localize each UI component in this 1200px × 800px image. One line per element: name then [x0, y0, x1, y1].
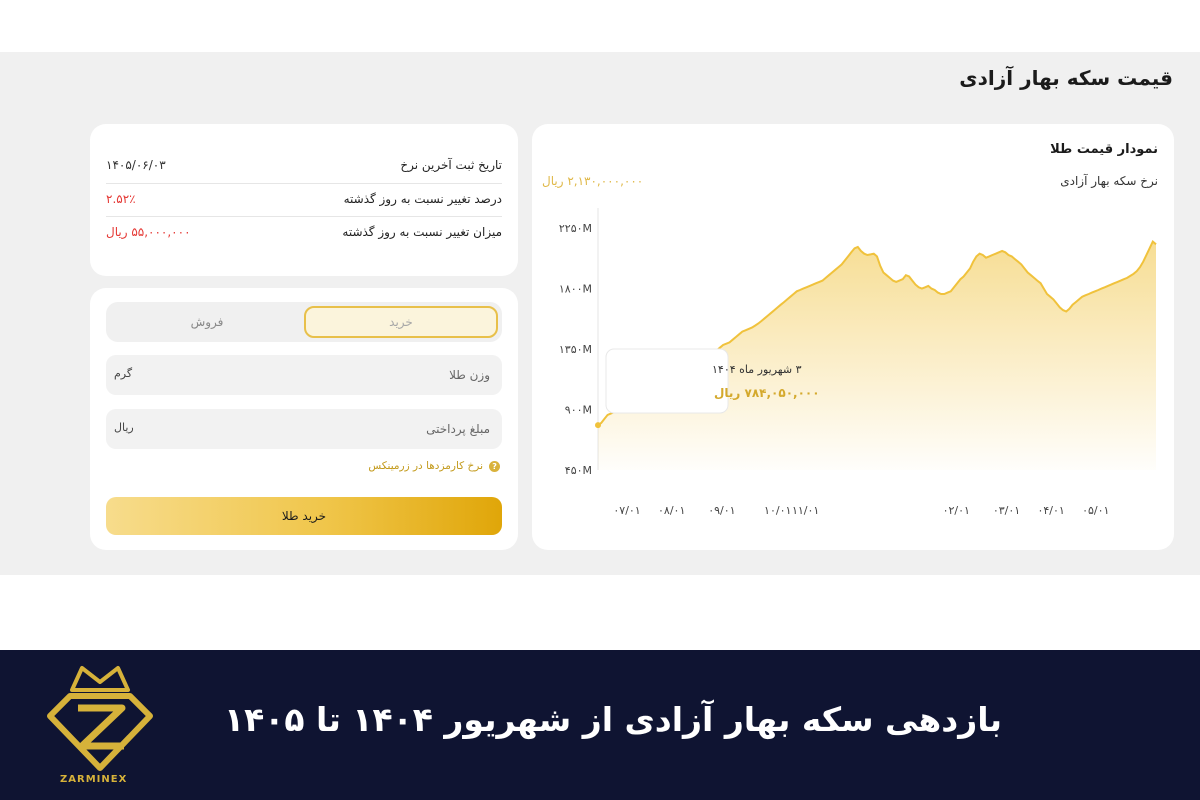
x-tick-label: ۰۲/۰۱ [943, 504, 970, 517]
y-tick-label: ۲۲۵۰M [559, 222, 592, 235]
y-tick-label: ۱۳۵۰M [559, 343, 592, 356]
tooltip-point [595, 422, 601, 429]
chart-card: نمودار قیمت طلا نرخ سکه بهار آزادی ۲,۱۳۰… [532, 124, 1174, 550]
brand-name: ZARMINEX [60, 774, 128, 785]
zarminex-logo-icon [47, 666, 153, 771]
tooltip-box [605, 348, 729, 414]
percent-change-label: درصد تغییر نسبت به روز گذشته [343, 191, 502, 206]
weight-unit: گرم [114, 367, 133, 380]
fee-note-link[interactable]: ? نرخ کارمزدها در زرمینکس [368, 460, 500, 472]
weight-field-box: گرم [106, 355, 502, 395]
x-tick-label: ۰۷/۰۱ [613, 504, 640, 517]
x-tick-label: ۰۵/۰۱ [1082, 504, 1109, 517]
price-chart[interactable]: ۲۲۵۰M ۱۸۰۰M ۱۳۵۰M ۹۰۰M ۴۵۰M ۰۷/۰۱ ۰۸/۰۱ ۰۹/۰۱ ۱… [532, 124, 1174, 550]
percent-change-row: درصد تغییر نسبت به روز گذشته ۲.۵۲٪ [106, 182, 502, 215]
percent-change-value: ۲.۵۲٪ [106, 191, 136, 206]
amount-change-value: ۵۵,۰۰۰,۰۰۰ ریال [106, 224, 191, 239]
x-tick-label: ۰۴/۰۱ [1037, 504, 1064, 517]
amount-change-row: میزان تغییر نسبت به روز گذشته ۵۵,۰۰۰,۰۰۰… [106, 215, 502, 248]
amount-change-label: میزان تغییر نسبت به روز گذشته [342, 224, 502, 239]
x-tick-label: ۰۳/۰۱ [993, 504, 1020, 517]
tab-sell[interactable]: فروش [110, 306, 304, 338]
gold-weight-input[interactable] [190, 355, 490, 395]
y-tick-label: ۴۵۰M [565, 464, 592, 477]
amount-field-box: ریال [106, 409, 502, 449]
tab-buy[interactable]: خرید [304, 306, 498, 338]
tooltip-value: ۷۸۴,۰۵۰,۰۰۰ ریال [714, 386, 820, 400]
x-tick-label: ۱۰/۰۱ [764, 504, 791, 517]
last-update-row: تاریخ ثبت آخرین نرخ ۱۴۰۵/۰۶/۰۳ [106, 148, 502, 181]
y-tick-label: ۹۰۰M [565, 404, 592, 417]
fee-note-text: نرخ کارمزدها در زرمینکس [368, 460, 483, 472]
buy-sell-tabs: خرید فروش [106, 302, 502, 342]
payment-amount-input[interactable] [190, 409, 490, 449]
buy-gold-button[interactable]: خرید طلا [106, 497, 502, 535]
info-card: تاریخ ثبت آخرین نرخ ۱۴۰۵/۰۶/۰۳ درصد تغیی… [90, 124, 518, 276]
question-icon: ? [489, 460, 500, 472]
last-update-label: تاریخ ثبت آخرین نرخ [400, 157, 502, 172]
top-strip [0, 0, 1200, 52]
y-tick-label: ۱۸۰۰M [559, 283, 592, 296]
trade-card: خرید فروش گرم ریال ? نرخ کارمزدها در زرم… [90, 288, 518, 550]
page-title: قیمت سکه بهار آزادی [959, 66, 1173, 90]
footer-headline: بازدهی سکه بهار آزادی از شهریور ۱۴۰۴ تا … [223, 700, 1002, 739]
x-tick-label: ۰۹/۰۱ [708, 504, 735, 517]
x-tick-label: ۰۸/۰۱ [658, 504, 685, 517]
tooltip-date: ۳ شهریور ماه ۱۴۰۴ [712, 363, 802, 376]
last-update-value: ۱۴۰۵/۰۶/۰۳ [106, 157, 166, 172]
amount-unit: ریال [114, 421, 134, 434]
x-tick-label: ۱۱/۰۱ [792, 504, 819, 517]
